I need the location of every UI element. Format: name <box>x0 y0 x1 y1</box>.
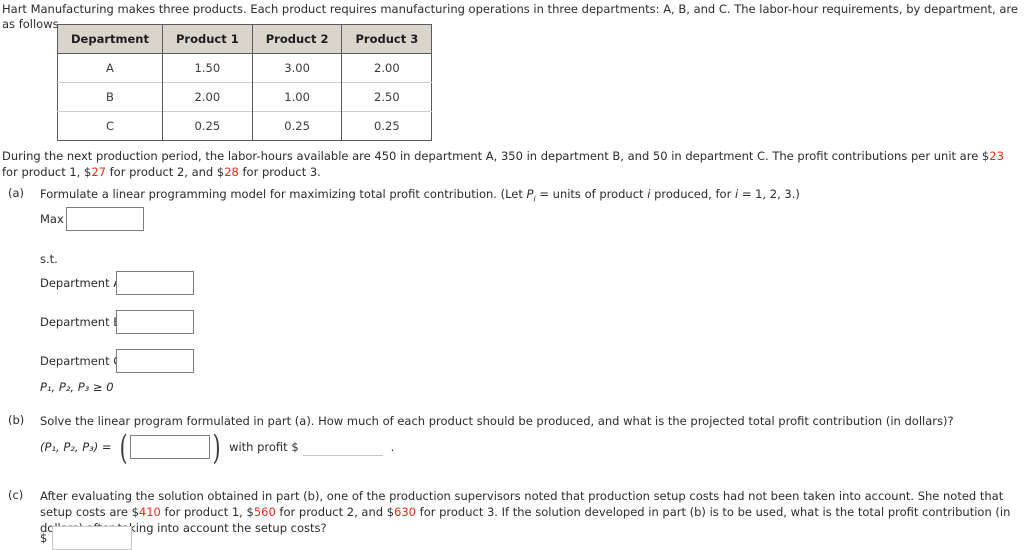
profit-value-product-3: 28 <box>224 165 239 179</box>
constraint-label-department-b: Department B <box>40 315 122 329</box>
constraint-label-department-c: Department C <box>40 354 122 368</box>
subject-to-label: s.t. <box>40 252 58 266</box>
cell-product-2: 1.00 <box>252 82 343 112</box>
net-profit-input[interactable] <box>52 526 133 550</box>
cell-product-2: 0.25 <box>252 111 343 141</box>
cell-product-2: 3.00 <box>252 53 343 83</box>
cell-product-1: 1.50 <box>162 53 253 83</box>
cell-product-3: 2.50 <box>341 82 432 112</box>
cell-department: B <box>57 82 163 112</box>
table-row: A 1.50 3.00 2.00 <box>57 53 432 83</box>
constraint-row-department-a: Department A <box>40 271 194 295</box>
part-c: (c) After evaluating the solution obtain… <box>8 488 1018 550</box>
constraint-label-department-a: Department A <box>40 276 122 290</box>
cell-product-1: 0.25 <box>162 111 253 141</box>
during-text-2: for product 1, $ <box>2 165 92 179</box>
part-a-text-4: = 1, 2, 3.) <box>738 187 800 201</box>
during-text-4: for product 3. <box>238 165 321 179</box>
constraint-row-department-c: Department C <box>40 349 194 373</box>
part-c-answer-row: $ <box>40 526 133 550</box>
cell-department: C <box>57 111 163 141</box>
objective-function-input[interactable] <box>66 207 144 231</box>
part-a-text-2: = units of product <box>535 187 648 201</box>
part-a-text-3: produced, for <box>650 187 735 201</box>
product-quantities-input[interactable] <box>129 435 210 459</box>
part-a: (a) Formulate a linear programming model… <box>8 186 1018 394</box>
table-header-department: Department <box>57 24 163 54</box>
part-b-answer-row: (P₁, P₂, P₃) = ( ) with profit $ . <box>40 428 395 468</box>
part-c-label: (c) <box>8 488 24 502</box>
period-mark: . <box>390 440 395 454</box>
tuple-label: (P₁, P₂, P₃) = <box>40 440 112 454</box>
setup-cost-product-1: 410 <box>138 505 161 519</box>
setup-cost-product-3: 630 <box>394 505 416 519</box>
during-text-3: for product 2, and $ <box>105 165 225 179</box>
profit-value-product-1: 23 <box>989 149 1004 163</box>
table-header-product-1: Product 1 <box>162 24 253 54</box>
part-c-text-3: for product 2, and $ <box>275 505 395 519</box>
table-row: B 2.00 1.00 2.50 <box>57 82 432 112</box>
table-header-product-3: Product 3 <box>341 24 432 54</box>
table-header-row: Department Product 1 Product 2 Product 3 <box>57 24 432 54</box>
constraint-input-department-b[interactable] <box>116 310 194 334</box>
during-text-1: During the next production period, the l… <box>2 149 990 163</box>
total-profit-input[interactable] <box>302 438 383 456</box>
constraint-row-department-b: Department B <box>40 310 194 334</box>
with-profit-label: with profit $ <box>229 440 299 454</box>
part-b-prompt: Solve the linear program formulated in p… <box>40 414 954 428</box>
part-b: (b) Solve the linear program formulated … <box>8 413 1018 465</box>
setup-cost-product-2: 560 <box>253 505 276 519</box>
part-c-prompt: After evaluating the solution obtained i… <box>40 488 1018 536</box>
constraint-input-department-c[interactable] <box>116 349 194 373</box>
production-period-paragraph: During the next production period, the l… <box>2 148 1018 180</box>
profit-value-product-2: 27 <box>91 165 106 179</box>
table-row: C 0.25 0.25 0.25 <box>57 111 432 141</box>
objective-row: Max <box>40 207 144 231</box>
part-a-label: (a) <box>8 186 25 200</box>
cell-product-3: 0.25 <box>341 111 432 141</box>
cell-product-3: 2.00 <box>374 61 400 75</box>
table-header-product-2: Product 2 <box>252 24 343 54</box>
labor-hours-table: Department Product 1 Product 2 Product 3… <box>57 24 433 141</box>
dollar-sign: $ <box>40 531 48 545</box>
constraint-input-department-a[interactable] <box>116 271 194 295</box>
max-label: Max <box>40 212 64 226</box>
labor-hours-table-wrapper: Department Product 1 Product 2 Product 3… <box>57 24 433 141</box>
part-a-prompt: Formulate a linear programming model for… <box>40 186 1018 207</box>
part-c-text-2: for product 1, $ <box>160 505 254 519</box>
part-a-text-1: Formulate a linear programming model for… <box>40 187 527 201</box>
cell-product-1: 2.00 <box>162 82 253 112</box>
nonnegativity-constraint: P₁, P₂, P₃ ≥ 0 <box>40 380 114 394</box>
cell-department: A <box>57 53 163 83</box>
part-b-label: (b) <box>8 413 25 427</box>
